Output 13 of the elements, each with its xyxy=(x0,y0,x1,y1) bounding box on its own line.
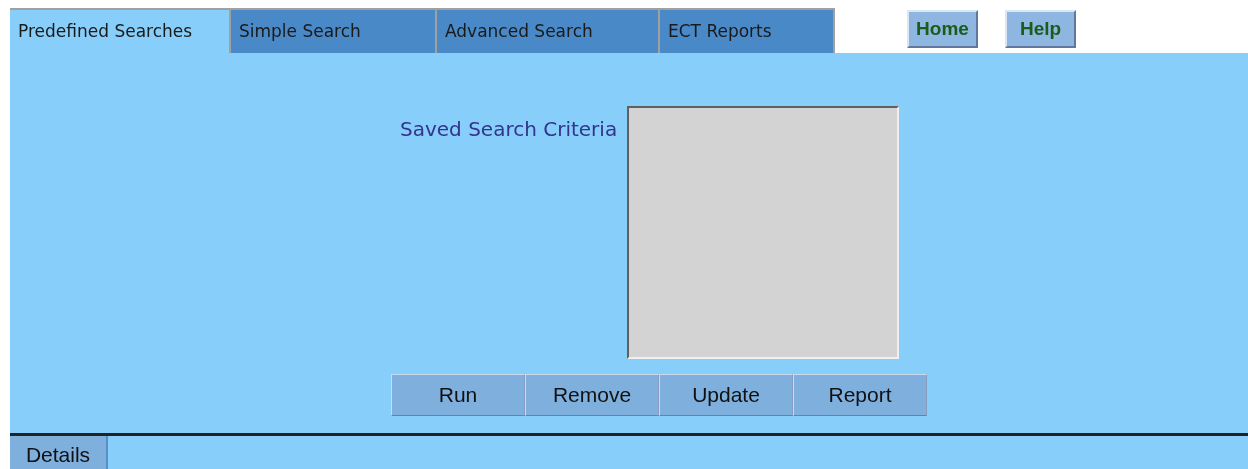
tab[interactable]: ECT Reports xyxy=(660,10,835,53)
field-label: Saved Search Criteria xyxy=(400,116,618,143)
action-button[interactable]: Report xyxy=(793,374,927,416)
action-button[interactable]: Remove xyxy=(525,374,659,416)
tab[interactable]: Advanced Search xyxy=(437,10,660,53)
tab[interactable]: Predefined Searches xyxy=(10,10,231,53)
list-box[interactable] xyxy=(627,106,900,359)
nav-button[interactable]: Help xyxy=(1005,10,1076,48)
nav-button[interactable]: Home xyxy=(907,10,978,48)
action-button[interactable]: Run xyxy=(391,374,525,416)
tab[interactable]: Simple Search xyxy=(231,10,437,53)
action-button[interactable]: Update xyxy=(659,374,793,416)
tab[interactable]: Details xyxy=(10,436,108,469)
